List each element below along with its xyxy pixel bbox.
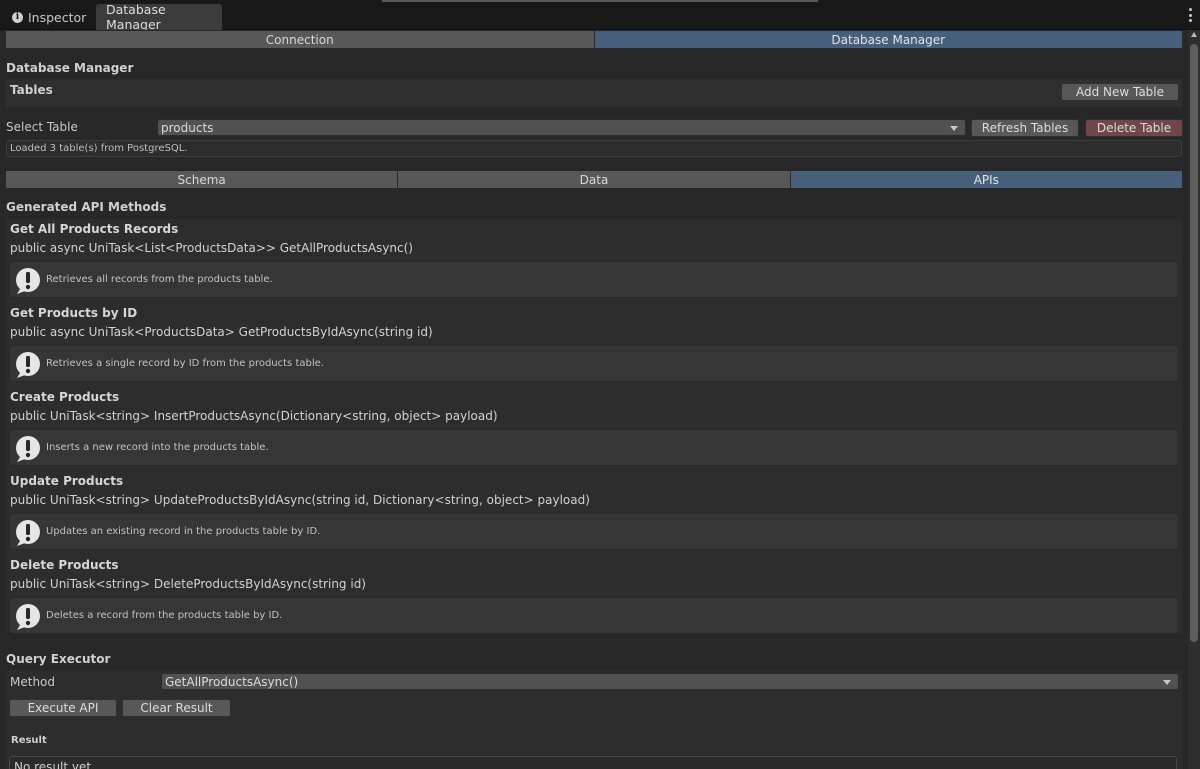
method-label: Method: [10, 675, 56, 689]
result-output[interactable]: No result yet.: [9, 756, 1177, 769]
status-message: Loaded 3 table(s) from PostgreSQL.: [6, 140, 1182, 157]
tab-inspector-label: Inspector: [28, 9, 87, 25]
query-executor-title: Query Executor: [6, 652, 111, 666]
api-description: Inserts a new record into the products t…: [46, 442, 269, 453]
sub-tab-strip: Schema Data APIs: [6, 171, 1182, 188]
result-label: Result: [11, 735, 47, 746]
drag-indicator: [382, 0, 818, 2]
table-select-value: products: [161, 120, 214, 135]
tab-data[interactable]: Data: [398, 171, 791, 188]
refresh-tables-button[interactable]: Refresh Tables: [971, 119, 1079, 137]
api-signature: public async UniTask<List<ProductsData>>…: [10, 241, 413, 255]
api-title: Update Products: [10, 474, 124, 488]
scroll-up-icon[interactable]: [1191, 32, 1197, 37]
table-select-dropdown[interactable]: products: [157, 119, 966, 136]
warning-icon: [16, 268, 40, 294]
delete-table-button[interactable]: Delete Table: [1085, 119, 1183, 137]
api-description-box: Deletes a record from the products table…: [9, 597, 1179, 634]
section-title: Database Manager: [6, 61, 134, 75]
api-title: Get All Products Records: [10, 222, 179, 236]
execute-api-button[interactable]: Execute API: [9, 699, 117, 717]
warning-icon: [16, 436, 40, 462]
api-title: Delete Products: [10, 558, 119, 572]
method-select-value: GetAllProductsAsync(): [165, 674, 299, 689]
api-signature: public UniTask<string> InsertProductsAsy…: [10, 409, 498, 423]
scrollbar-thumb[interactable]: [1190, 44, 1198, 642]
window-tab-bar: i Inspector Database Manager: [0, 0, 1200, 32]
api-description: Updates an existing record in the produc…: [46, 526, 321, 537]
select-table-label: Select Table: [6, 120, 78, 134]
api-title: Get Products by ID: [10, 306, 138, 320]
tables-header: [6, 79, 1182, 107]
api-signature: public UniTask<string> UpdateProductsByI…: [10, 493, 590, 507]
more-options-icon[interactable]: [1188, 8, 1192, 22]
api-description: Retrieves all records from the products …: [46, 274, 273, 285]
api-signature: public UniTask<string> DeleteProductsByI…: [10, 577, 366, 591]
method-select-dropdown[interactable]: GetAllProductsAsync(): [161, 673, 1179, 690]
api-description: Retrieves a single record by ID from the…: [46, 358, 324, 369]
clear-result-button[interactable]: Clear Result: [122, 699, 231, 717]
api-description: Deletes a record from the products table…: [46, 610, 283, 621]
add-new-table-button[interactable]: Add New Table: [1061, 83, 1179, 101]
api-description-box: Retrieves a single record by ID from the…: [9, 345, 1179, 382]
tab-connection[interactable]: Connection: [6, 31, 595, 48]
api-description-box: Updates an existing record in the produc…: [9, 513, 1179, 550]
chevron-down-icon: [1163, 680, 1171, 685]
tab-database-manager-label: Database Manager: [106, 2, 166, 32]
api-description-box: Inserts a new record into the products t…: [9, 429, 1179, 466]
info-icon: i: [12, 11, 23, 23]
tab-database-manager-view[interactable]: Database Manager: [594, 31, 1182, 48]
api-title: Create Products: [10, 390, 120, 404]
top-tab-strip: Connection Database Manager: [6, 31, 1182, 48]
api-signature: public async UniTask<ProductsData> GetPr…: [10, 325, 433, 339]
inspector-content: Connection Database Manager Database Man…: [0, 30, 1188, 769]
tab-apis[interactable]: APIs: [790, 171, 1182, 188]
warning-icon: [16, 352, 40, 378]
tab-database-manager[interactable]: Database Manager: [96, 2, 222, 32]
api-description-box: Retrieves all records from the products …: [9, 261, 1179, 298]
tab-schema[interactable]: Schema: [6, 171, 399, 188]
warning-icon: [16, 604, 40, 630]
tab-inspector[interactable]: i Inspector: [2, 4, 96, 30]
warning-icon: [16, 520, 40, 546]
tables-title: Tables: [10, 83, 53, 97]
api-header: Generated API Methods: [6, 200, 167, 214]
vertical-scrollbar[interactable]: [1188, 30, 1200, 769]
chevron-down-icon: [950, 126, 958, 131]
